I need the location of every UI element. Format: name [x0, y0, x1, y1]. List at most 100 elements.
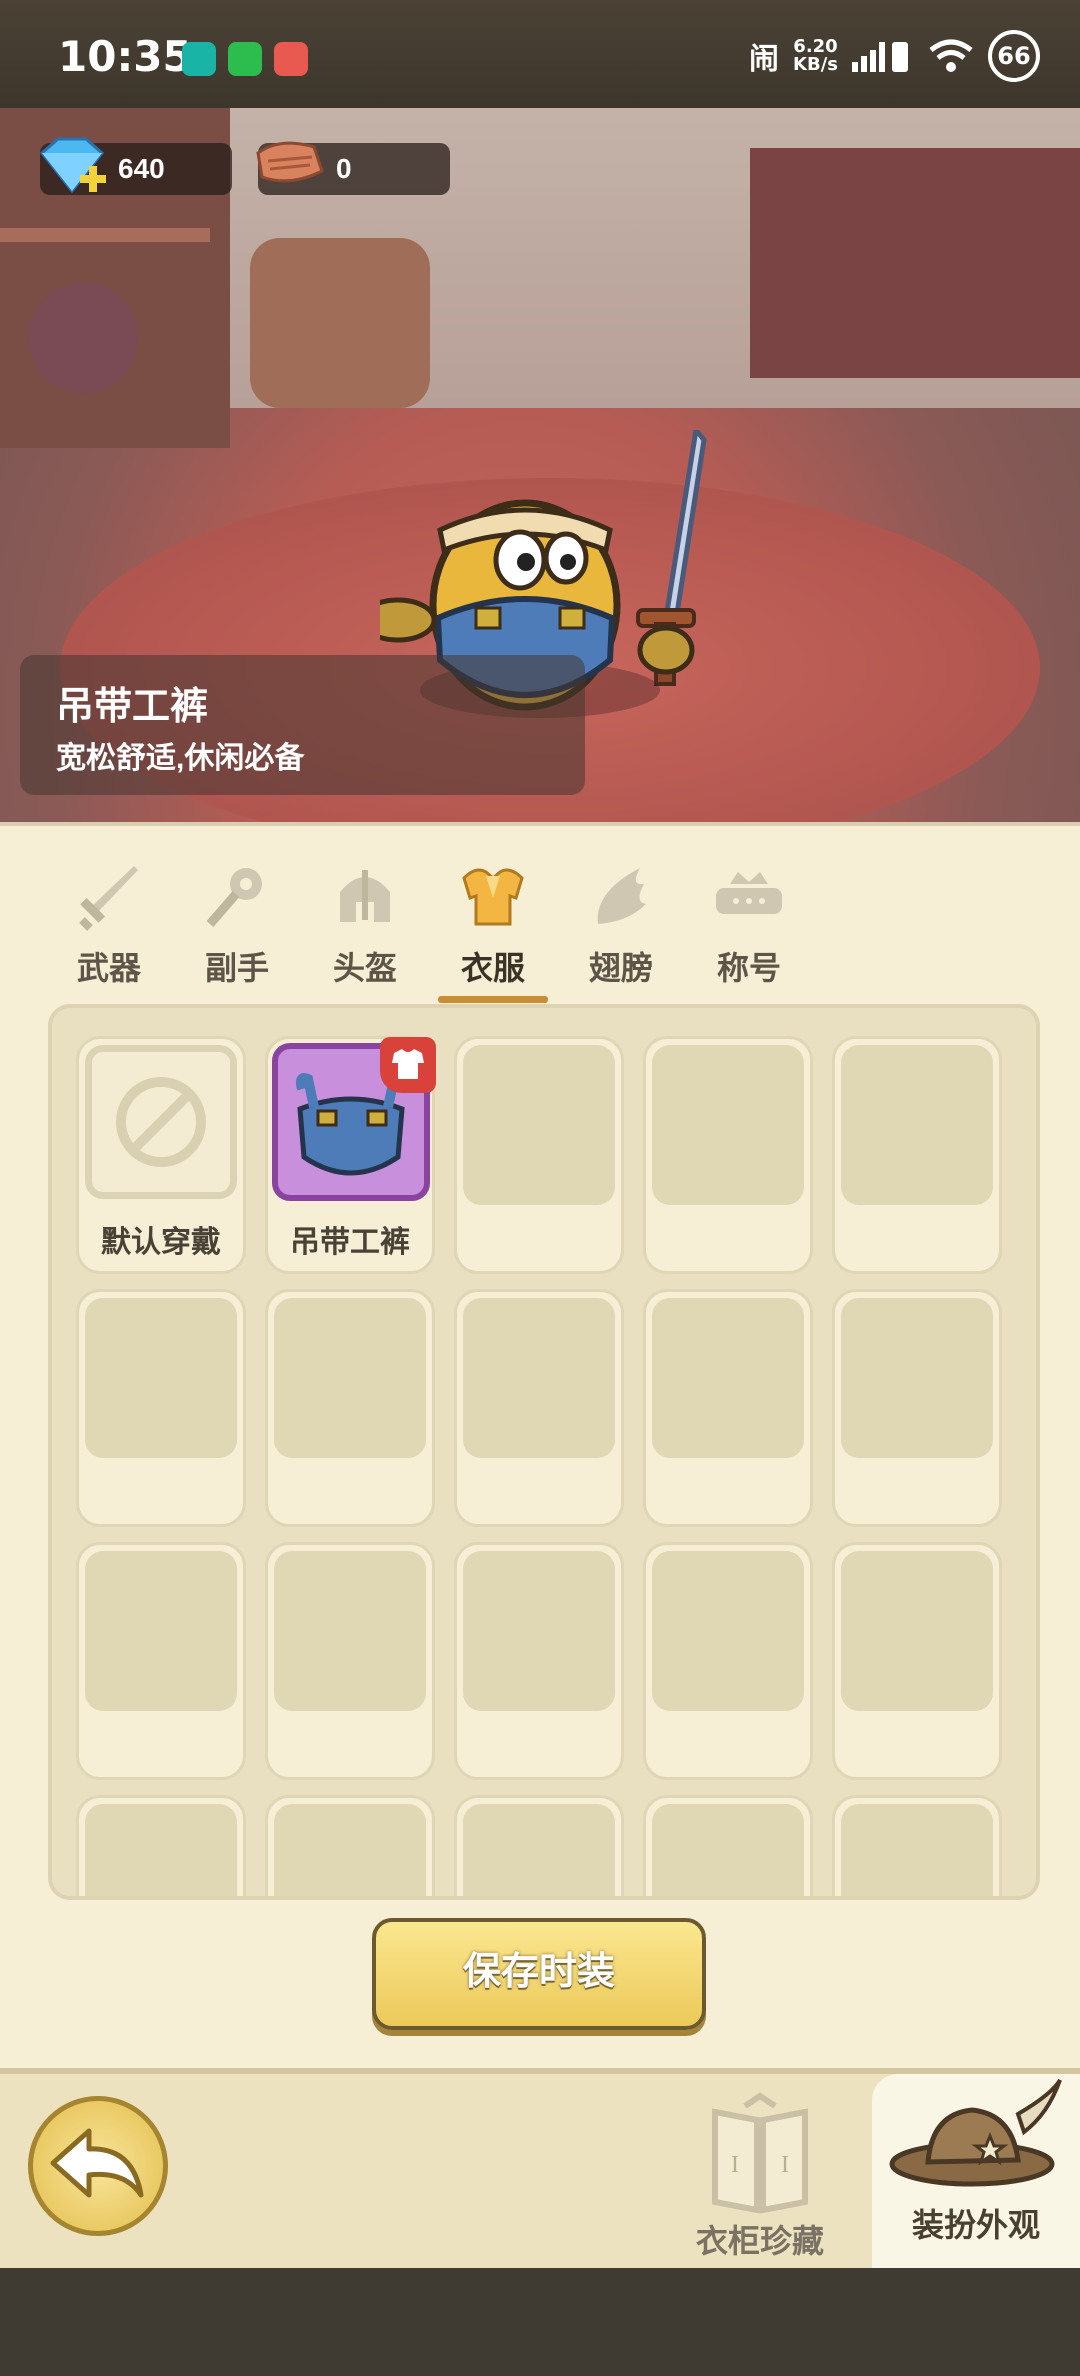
- empty-slot-inner: [85, 1298, 237, 1458]
- helmet-icon: [340, 870, 390, 922]
- tab-wings[interactable]: 翅膀: [572, 862, 670, 989]
- empty-slot[interactable]: [643, 1542, 813, 1780]
- back-arrow-icon: [50, 2128, 144, 2198]
- wardrobe-button[interactable]: I I 衣柜珍藏: [680, 2092, 840, 2262]
- tab-offhand-label: 副手: [204, 950, 269, 986]
- empty-slot[interactable]: [76, 1289, 246, 1527]
- empty-slot-inner: [274, 1551, 426, 1711]
- empty-slot-inner: [652, 1551, 804, 1711]
- tab-wings-label: 翅膀: [588, 950, 653, 986]
- title-banner-icon: [716, 872, 782, 914]
- empty-slot[interactable]: [832, 1289, 1002, 1527]
- scene-shelf-board: [0, 228, 210, 242]
- wifi-icon: [929, 39, 973, 72]
- back-button[interactable]: [28, 2096, 168, 2236]
- diamond-counter[interactable]: 640: [39, 137, 232, 195]
- tab-title[interactable]: 称号: [700, 862, 798, 989]
- empty-slot[interactable]: [265, 1795, 435, 1896]
- item-description: 宽松舒适,休闲必备: [56, 742, 305, 775]
- tab-helmet[interactable]: 头盔: [316, 862, 414, 989]
- alarm-icon: 闹: [749, 42, 780, 77]
- system-nav-bar: [0, 2268, 1080, 2376]
- item-info-box: 吊带工裤 宽松舒适,休闲必备: [20, 655, 585, 795]
- slot-default-label: 默认穿戴: [101, 1226, 221, 1259]
- empty-slot[interactable]: [832, 1795, 1002, 1896]
- empty-slot[interactable]: [454, 1036, 624, 1274]
- overalls-slot-frame: [272, 1037, 436, 1201]
- empty-slot-inner: [85, 1551, 237, 1711]
- empty-slot[interactable]: [643, 1795, 813, 1896]
- empty-slot[interactable]: [265, 1542, 435, 1780]
- empty-slot[interactable]: [832, 1542, 1002, 1780]
- empty-slot[interactable]: [76, 1542, 246, 1780]
- tab-offhand[interactable]: 副手: [188, 862, 286, 989]
- battery-indicator: 66: [988, 30, 1040, 82]
- leather-counter: 0: [256, 141, 450, 195]
- appearance-label: 装扮外观: [911, 2207, 1040, 2243]
- hat-icon: [889, 2078, 1062, 2187]
- empty-slot[interactable]: [454, 1795, 624, 1896]
- diamond-count: 640: [118, 153, 165, 184]
- wings-icon: [597, 868, 646, 924]
- network-speed-unit: KB/s: [793, 54, 838, 75]
- wechat-app-icon: [228, 42, 262, 76]
- slot-overalls-label: 吊带工裤: [290, 1226, 410, 1259]
- diamond-plus-icon: [39, 137, 106, 194]
- empty-slot[interactable]: [454, 1289, 624, 1527]
- empty-slot-inner: [841, 1298, 993, 1458]
- empty-slot-inner: [652, 1045, 804, 1205]
- scene-barrel: [250, 238, 430, 408]
- svg-text:I: I: [731, 2152, 739, 2178]
- item-name: 吊带工裤: [56, 686, 209, 728]
- tab-helmet-label: 头盔: [332, 950, 397, 986]
- category-tabs: 武器 副手 头盔 衣服 翅膀 称号: [60, 862, 798, 1003]
- empty-slot-inner: [463, 1298, 615, 1458]
- appearance-tab[interactable]: 装扮外观: [872, 2074, 1080, 2270]
- tab-weapon-label: 武器: [76, 950, 141, 986]
- empty-slot[interactable]: [454, 1542, 624, 1780]
- taptap-app-icon: [182, 42, 216, 76]
- leather-count: 0: [336, 153, 352, 184]
- tab-clothes-label: 衣服: [460, 950, 525, 986]
- armor-icon: [462, 868, 524, 926]
- scene-egg: [28, 283, 138, 393]
- empty-slot[interactable]: [643, 1036, 813, 1274]
- empty-slot-inner: [841, 1045, 993, 1205]
- item-grid[interactable]: 默认穿戴 吊带工裤: [48, 1004, 1040, 1900]
- offhand-icon: [206, 868, 262, 927]
- empty-slot-inner: [463, 1804, 615, 1896]
- empty-slot-inner: [274, 1298, 426, 1458]
- clothes-badge: [380, 1037, 436, 1093]
- status-bar: 10:35 闹 6.20 KB/s 66: [0, 0, 1080, 108]
- tab-title-label: 称号: [716, 950, 781, 986]
- shirt-icon: [392, 1049, 424, 1079]
- sword-icon: [79, 866, 138, 931]
- empty-slot-inner: [463, 1045, 615, 1205]
- empty-slot-inner: [463, 1551, 615, 1711]
- slot-overalls[interactable]: 吊带工裤: [265, 1036, 436, 1274]
- wardrobe-label: 衣柜珍藏: [695, 2223, 824, 2259]
- empty-slot-inner: [841, 1804, 993, 1896]
- no-equip-icon: [116, 1077, 206, 1167]
- status-time: 10:35: [58, 32, 192, 81]
- empty-slot-inner: [85, 1804, 237, 1896]
- empty-slot[interactable]: [265, 1289, 435, 1527]
- game-app-icon: [274, 42, 308, 76]
- bottom-bar: I I 衣柜珍藏 装扮外观: [0, 2068, 1080, 2274]
- empty-slot-inner: [841, 1551, 993, 1711]
- empty-slot[interactable]: [76, 1795, 246, 1896]
- tab-clothes[interactable]: 衣服: [438, 862, 548, 1003]
- book-icon: I I: [712, 2092, 808, 2214]
- empty-slot[interactable]: [832, 1036, 1002, 1274]
- leather-icon: [256, 141, 324, 183]
- tab-weapon[interactable]: 武器: [60, 862, 158, 989]
- empty-slot[interactable]: [643, 1289, 813, 1527]
- slot-default[interactable]: 默认穿戴: [76, 1036, 246, 1274]
- empty-slot-inner: [274, 1804, 426, 1896]
- scene-chest: [750, 148, 1080, 378]
- empty-slot-inner: [652, 1298, 804, 1458]
- empty-slot-inner: [652, 1804, 804, 1896]
- save-outfit-button[interactable]: 保存时装: [372, 1918, 706, 2030]
- default-slot-frame: [85, 1045, 237, 1199]
- svg-text:I: I: [781, 2152, 789, 2178]
